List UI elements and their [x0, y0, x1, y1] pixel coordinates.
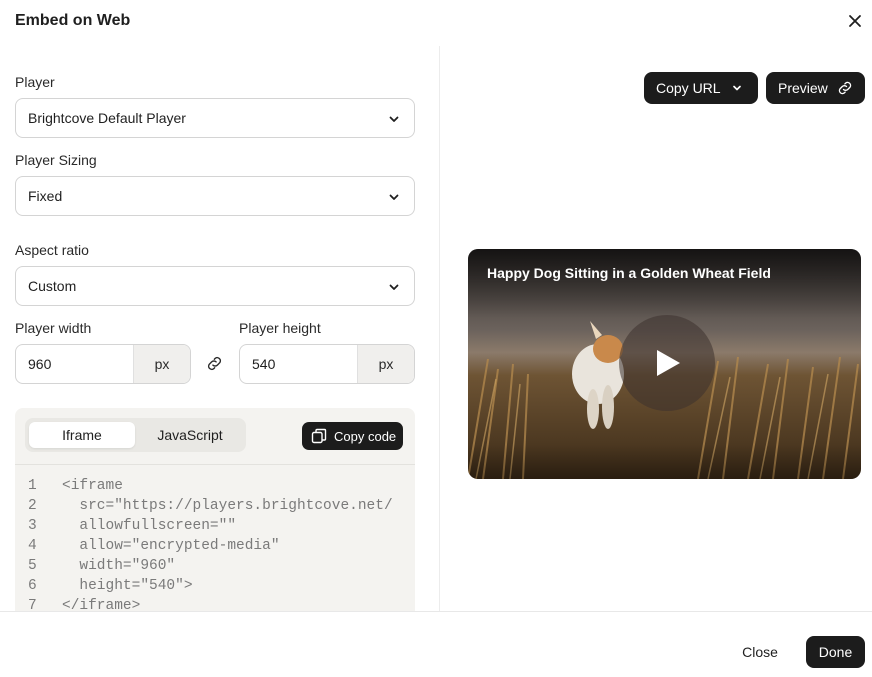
code-line: 7 </iframe>: [15, 598, 415, 612]
aspect-ratio-value: Custom: [28, 278, 77, 294]
play-icon: [657, 350, 680, 376]
done-button[interactable]: Done: [806, 636, 865, 668]
code-tabs: Iframe JavaScript: [25, 418, 246, 452]
line-text: </iframe>: [62, 598, 141, 612]
player-width-field: px: [15, 344, 191, 384]
aspect-ratio-select[interactable]: Custom: [15, 266, 415, 306]
line-text: width="960": [62, 558, 176, 574]
player-height-label: Player height: [239, 320, 321, 336]
video-preview[interactable]: Happy Dog Sitting in a Golden Wheat Fiel…: [468, 249, 861, 479]
aspect-ratio-label: Aspect ratio: [15, 242, 89, 258]
code-line: 2 src="https://players.brightcove.net/: [15, 498, 415, 518]
line-number: 5: [28, 558, 37, 574]
play-button[interactable]: [619, 315, 715, 411]
code-line: 1 <iframe: [15, 478, 415, 498]
copy-url-label: Copy URL: [656, 80, 721, 96]
chevron-down-icon: [389, 194, 399, 200]
chevron-down-icon: [389, 116, 399, 122]
tab-javascript[interactable]: JavaScript: [137, 422, 243, 448]
line-number: 3: [28, 518, 37, 534]
line-number: 2: [28, 498, 37, 514]
code-line: 5 width="960": [15, 558, 415, 578]
player-select[interactable]: Brightcove Default Player: [15, 98, 415, 138]
panel-divider: [439, 46, 440, 612]
dialog-title: Embed on Web: [15, 12, 131, 29]
copy-url-button[interactable]: Copy URL: [644, 72, 758, 104]
line-number: 1: [28, 478, 37, 494]
line-number: 4: [28, 538, 37, 554]
player-width-label: Player width: [15, 320, 92, 336]
link-icon[interactable]: [205, 354, 224, 373]
code-line: 3 allowfullscreen="": [15, 518, 415, 538]
player-height-input[interactable]: [240, 345, 358, 383]
player-sizing-select[interactable]: Fixed: [15, 176, 415, 216]
code-line: 6 height="540">: [15, 578, 415, 598]
line-text: <iframe: [62, 478, 123, 494]
line-text: allowfullscreen="": [62, 518, 237, 534]
player-width-input[interactable]: [16, 345, 134, 383]
chevron-down-icon: [389, 284, 399, 290]
line-number: 7: [28, 598, 37, 612]
line-text: src="https://players.brightcove.net/: [62, 498, 393, 514]
player-select-value: Brightcove Default Player: [28, 110, 186, 126]
line-text: height="540">: [62, 578, 193, 594]
chevron-down-icon: [733, 85, 741, 91]
copy-code-label: Copy code: [334, 429, 397, 444]
player-height-field: px: [239, 344, 415, 384]
copy-icon: [311, 428, 327, 444]
player-height-unit: px: [357, 345, 414, 383]
player-width-unit: px: [133, 345, 190, 383]
player-sizing-label: Player Sizing: [15, 152, 97, 168]
player-label: Player: [15, 74, 55, 90]
player-sizing-value: Fixed: [28, 188, 63, 204]
code-line: 4 allow="encrypted-media": [15, 538, 415, 558]
preview-button[interactable]: Preview: [766, 72, 865, 104]
code-separator: [15, 464, 415, 465]
copy-code-button[interactable]: Copy code: [302, 422, 403, 450]
line-number: 6: [28, 578, 37, 594]
line-text: allow="encrypted-media": [62, 538, 280, 554]
tab-iframe[interactable]: Iframe: [29, 422, 135, 448]
video-title: Happy Dog Sitting in a Golden Wheat Fiel…: [487, 265, 771, 281]
close-icon[interactable]: [845, 11, 865, 31]
preview-label: Preview: [778, 80, 828, 96]
footer-divider: [0, 611, 872, 612]
code-block[interactable]: 1 <iframe 2 src="https://players.brightco…: [15, 478, 415, 612]
dialog-header: Embed on Web: [0, 0, 872, 46]
close-button[interactable]: Close: [730, 636, 790, 668]
embed-code-panel: Iframe JavaScript Copy code 1 <iframe 2 s…: [15, 408, 415, 612]
link-icon: [838, 81, 852, 95]
